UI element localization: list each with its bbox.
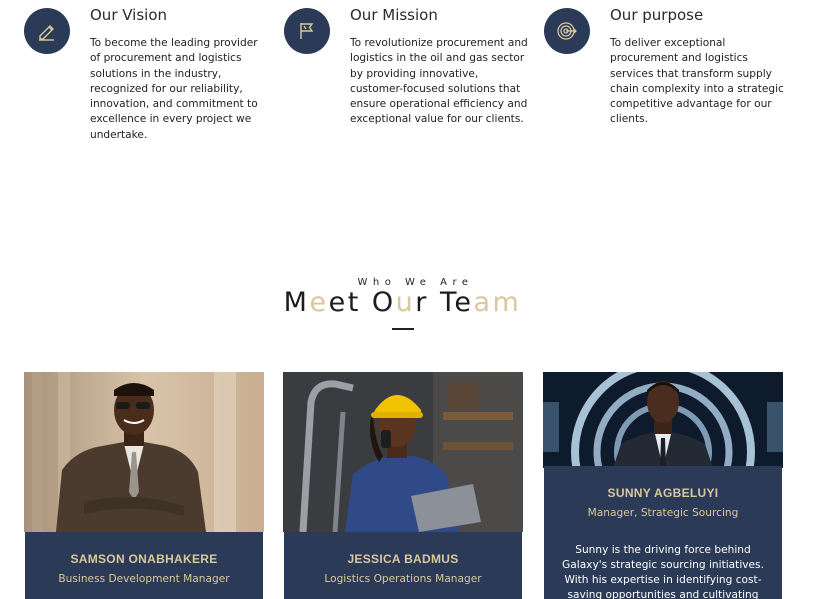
- mission-feature: Our Mission To revolutionize procurement…: [284, 6, 529, 156]
- team-card-caption: JESSICA BADMUS Logistics Operations Mana…: [284, 532, 522, 599]
- title-segment: am: [473, 287, 522, 318]
- title-segment: et: [328, 287, 372, 318]
- vision-text: To become the leading provider of procur…: [90, 37, 258, 141]
- title-segment: e: [309, 287, 329, 318]
- purpose-feature: Our purpose To deliver exceptional procu…: [544, 6, 789, 156]
- purpose-text: To deliver exceptional procurement and l…: [610, 37, 784, 126]
- purpose-title: Our purpose: [610, 6, 704, 24]
- mission-title: Our Mission: [350, 6, 438, 24]
- team-card[interactable]: SUNNY AGBELUYI Manager, Strategic Sourci…: [543, 372, 783, 599]
- mission-text: To revolutionize procurement and logisti…: [350, 37, 528, 126]
- team-member-bio: Sunny is the driving force behind Galaxy…: [562, 544, 764, 599]
- team-member-photo: [543, 372, 783, 468]
- team-card-caption: SUNNY AGBELUYI Manager, Strategic Sourci…: [544, 466, 782, 599]
- team-member-name: JESSICA BADMUS: [347, 552, 459, 566]
- vision-feature: Our Vision To become the leading provide…: [24, 6, 269, 156]
- title-segment: T: [439, 287, 455, 318]
- vision-title: Our Vision: [90, 6, 168, 24]
- team-card[interactable]: SAMSON ONABHAKERE Business Development M…: [24, 372, 264, 599]
- flag-icon: [284, 8, 330, 54]
- title-segment: r: [415, 287, 440, 318]
- team-member-role: Logistics Operations Manager: [324, 573, 482, 585]
- team-member-role: Manager, Strategic Sourcing: [587, 507, 739, 519]
- team-member-photo: [24, 372, 264, 532]
- title-divider: [392, 328, 414, 330]
- team-member-photo: [283, 372, 523, 532]
- section-title: Meet Our Team: [0, 287, 805, 318]
- target-icon: [544, 8, 590, 54]
- team-member-role: Business Development Manager: [58, 573, 230, 585]
- team-card-caption: SAMSON ONABHAKERE Business Development M…: [25, 532, 263, 599]
- pencil-icon: [24, 8, 70, 54]
- title-segment: M: [283, 287, 310, 318]
- title-segment: u: [395, 287, 416, 318]
- title-segment: O: [371, 287, 396, 318]
- team-card[interactable]: JESSICA BADMUS Logistics Operations Mana…: [283, 372, 523, 599]
- title-segment: e: [454, 287, 474, 318]
- team-member-name: SUNNY AGBELUYI: [607, 486, 719, 500]
- team-member-name: SAMSON ONABHAKERE: [70, 552, 218, 566]
